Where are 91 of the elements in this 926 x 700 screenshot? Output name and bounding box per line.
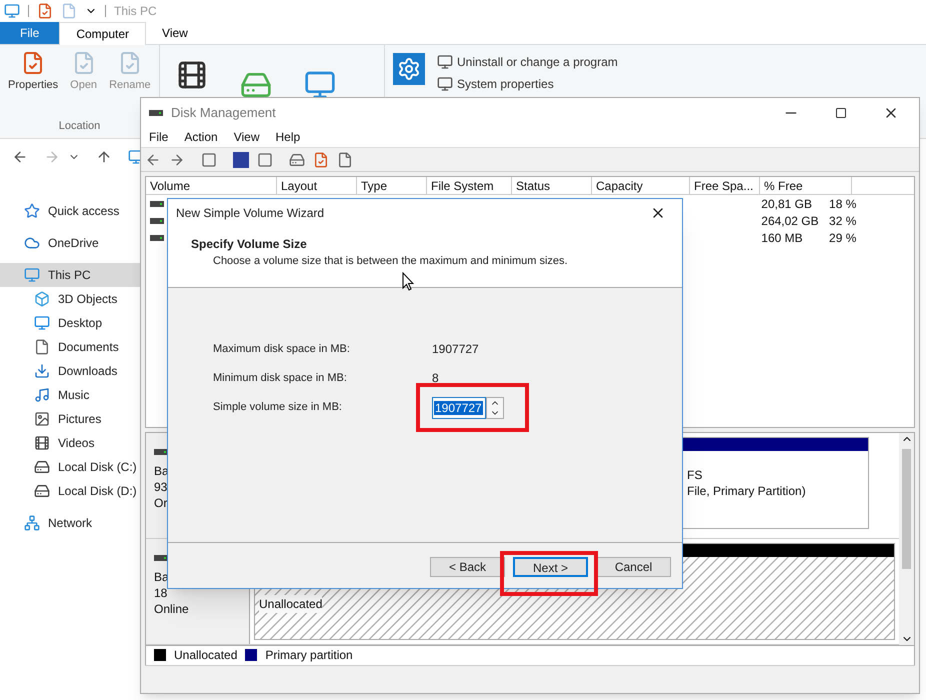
menu-item[interactable]: View [234,128,260,146]
computer-icon[interactable] [4,3,20,19]
document-icon [34,339,50,355]
disk-info-text: Or [154,494,168,511]
group-label: Location [58,118,100,134]
table-cell-text: 18 % [828,196,858,213]
monitor-icon [437,76,453,92]
menu-item[interactable]: File [149,128,168,146]
monitor-icon [437,54,453,70]
drive-icon [150,200,164,207]
table-cell-text: 32 % [828,212,858,230]
drive-icon [154,554,168,561]
scrollbar[interactable] [899,432,914,645]
network-icon [24,515,40,531]
sidebar-item[interactable]: Documents [0,335,140,359]
checked-document-icon[interactable] [313,152,329,168]
spin-buttons[interactable] [486,397,504,419]
field-value: 1907727 [432,342,479,356]
sidebar-item[interactable]: Desktop [0,311,140,335]
sidebar-item[interactable]: This PC [0,263,140,287]
column-header[interactable]: Free Spa... [690,177,760,194]
table-cell-text: 160 MB [760,230,804,247]
back-arrow-icon[interactable] [12,149,28,165]
desktop-icon [34,315,50,331]
music-note-icon [34,387,50,403]
disk-info-text: Online [154,600,190,617]
column-header[interactable]: Capacity [592,177,690,194]
volume-size-field[interactable]: 1907727 [432,397,486,419]
ribbon-tab[interactable]: File [0,22,60,44]
legend-label: Primary partition [265,647,353,664]
wizard-button[interactable]: < Back [430,557,505,577]
window-title: This PC [114,3,157,20]
checked-document-icon[interactable] [37,3,53,19]
partition-text: File, Primary Partition) [687,482,807,499]
cube-icon [34,291,50,307]
column-header[interactable]: Type [357,177,427,194]
drive-icon [34,459,50,475]
disk-info-text: 18 [154,584,168,601]
drive-icon [34,483,50,499]
sidebar-item[interactable]: OneDrive [0,231,140,255]
dialog-title: New Simple Volume Wizard [176,205,324,222]
cloud-icon [24,235,40,251]
column-header[interactable]: Layout [277,177,357,194]
column-header[interactable]: % Free [760,177,852,194]
monitor-icon [24,267,40,283]
menu-item[interactable]: Action [184,128,218,146]
drive-icon[interactable] [289,152,305,168]
sidebar-item[interactable]: Downloads [0,359,140,383]
ribbon-tab[interactable]: View [146,22,204,44]
window-title: Disk Management [171,104,276,122]
table-cell-text: 264,02 GB [760,212,820,230]
field-label: Simple volume size in MB: [213,400,343,414]
table-cell-text: 20,81 GB [760,196,813,213]
sidebar-item[interactable]: Music [0,383,140,407]
settings-icon[interactable] [393,53,425,85]
download-icon [34,363,50,379]
drive-icon [150,218,164,224]
film-icon [34,435,50,451]
ribbon-button[interactable]: Properties [4,49,62,92]
field-label: Maximum disk space in MB: [213,342,351,356]
wizard-button[interactable]: Next > [513,557,588,577]
sidebar-item[interactable]: Local Disk (C:) [0,455,140,479]
field-value: 8 [432,371,439,385]
field-label: Minimum disk space in MB: [213,371,348,385]
column-header[interactable]: File System [427,177,512,194]
sidebar-item[interactable]: Videos [0,431,140,455]
column-header[interactable]: Volume [146,177,277,194]
picture-icon [34,411,50,427]
drive-icon [150,234,164,241]
wizard-heading: Specify Volume Size [190,236,308,253]
ribbon-link[interactable]: Uninstall or change a program [437,53,618,71]
star-icon [24,203,40,219]
menu-item[interactable]: Help [276,128,300,146]
disk-info-text: 93 [154,478,168,495]
table-cell-text: 29 % [828,230,858,247]
wizard-button[interactable]: Cancel [596,557,671,577]
sidebar-item[interactable]: Pictures [0,407,140,431]
drive-icon [154,448,168,455]
column-header[interactable]: Status [512,177,592,194]
legend-label: Unallocated [174,647,238,664]
drive-icon [149,110,163,116]
partition-text: Unallocated [259,594,322,613]
maximize-icon[interactable] [835,106,847,119]
ribbon-link[interactable]: System properties [437,75,618,93]
wizard-subtitle: Choose a volume size that is between the maximum and minimum sizes. [212,254,569,269]
partition-text: FS [687,466,704,483]
ribbon-tab[interactable]: Computer [59,22,146,45]
sidebar-item[interactable]: 3D Objects [0,287,140,311]
sidebar-item[interactable]: Network [0,511,140,535]
sidebar-item[interactable]: Local Disk (D:) [0,479,140,503]
sidebar-item[interactable]: Quick access [0,199,140,223]
